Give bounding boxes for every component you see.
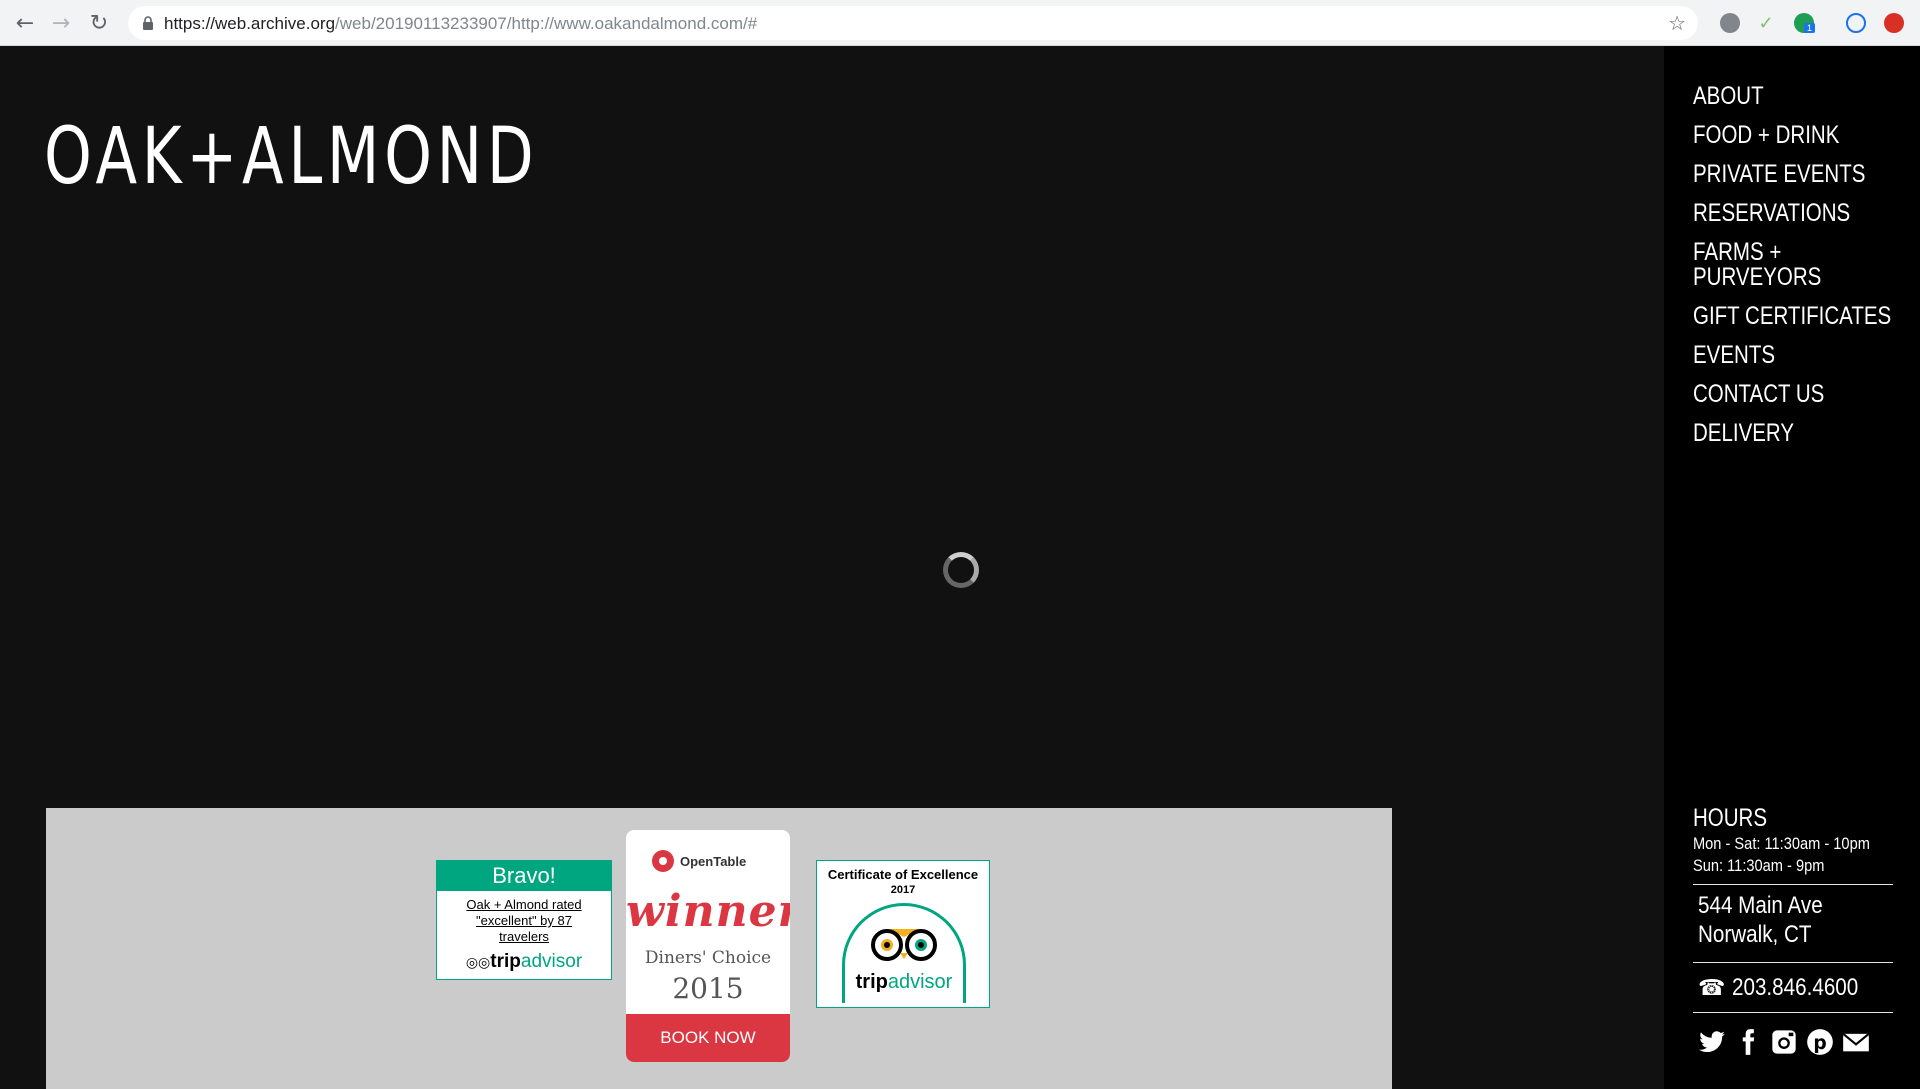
tripadvisor-bravo-badge[interactable]: Bravo! Oak + Almond rated "excellent" by… xyxy=(436,860,612,980)
hours-heading: HOURS xyxy=(1693,804,1768,832)
bookmark-star-icon[interactable]: ☆ xyxy=(1668,11,1686,35)
certificate-title: Certificate of Excellence xyxy=(827,867,979,882)
hours-weekday: Mon - Sat: 11:30am - 10pm xyxy=(1693,834,1870,853)
diners-choice-text: Diners' Choice xyxy=(644,948,772,968)
opentable-dot-icon xyxy=(652,850,674,872)
hours-sunday: Sun: 11:30am - 9pm xyxy=(1693,856,1825,875)
forward-arrow-icon[interactable]: → xyxy=(48,10,74,36)
twitter-icon[interactable] xyxy=(1698,1028,1726,1056)
menu-item-reservations[interactable]: RESERVATIONS xyxy=(1693,201,1891,226)
menu-item-contact-us[interactable]: CONTACT US xyxy=(1693,382,1891,407)
tripadvisor-logo-text: tripadvisor xyxy=(817,971,991,994)
divider xyxy=(1693,1012,1893,1013)
coe-brand-trip: trip xyxy=(855,971,888,993)
menu-item-events[interactable]: EVENTS xyxy=(1693,343,1891,368)
lock-icon xyxy=(143,16,153,30)
awards-strip: Bravo! Oak + Almond rated "excellent" by… xyxy=(46,808,1392,1089)
extension-check-icon[interactable]: ✓ xyxy=(1756,13,1776,33)
menu-item-about[interactable]: ABOUT xyxy=(1693,84,1891,109)
right-sidebar: ABOUT FOOD + DRINK PRIVATE EVENTS RESERV… xyxy=(1664,46,1920,1089)
divider xyxy=(1693,962,1893,963)
main-menu: ABOUT FOOD + DRINK PRIVATE EVENTS RESERV… xyxy=(1693,84,1920,460)
address-city: Norwalk, CT xyxy=(1698,921,1812,948)
reload-icon[interactable]: ↻ xyxy=(86,10,112,36)
divider xyxy=(1693,884,1893,885)
tripadvisor-logo: ◎◎tripadvisor xyxy=(437,951,611,973)
telephone-icon: ☎ xyxy=(1698,976,1726,1001)
award-year: 2015 xyxy=(672,972,744,1005)
menu-item-food-drink[interactable]: FOOD + DRINK xyxy=(1693,123,1891,148)
extension-red-icon[interactable] xyxy=(1884,13,1904,33)
ta-brand-trip: trip xyxy=(490,951,521,972)
url-text: https://web.archive.org/web/201901132339… xyxy=(164,14,757,34)
winner-text: winner xyxy=(626,886,790,937)
page: OAK+ALMOND Bravo! Oak + Almond rated "ex… xyxy=(0,46,1920,1089)
opentable-brand-text: OpenTable xyxy=(680,853,747,869)
loading-spinner-icon xyxy=(943,552,979,588)
back-arrow-icon[interactable]: ← xyxy=(12,10,38,36)
address-bar[interactable]: https://web.archive.org/web/201901132339… xyxy=(128,6,1698,40)
phone-link[interactable]: ☎ 203.846.4600 xyxy=(1698,974,1879,1002)
facebook-icon[interactable] xyxy=(1734,1028,1762,1056)
extension-cloud-icon[interactable] xyxy=(1846,13,1866,33)
bravo-rating-link[interactable]: Oak + Almond rated "excellent" by 87 tra… xyxy=(437,897,611,945)
browser-toolbar: ← → ↻ https://web.archive.org/web/201901… xyxy=(0,0,1920,46)
social-links: p xyxy=(1698,1028,1870,1056)
tripadvisor-owl-icon xyxy=(871,929,937,961)
extension-shield-icon[interactable] xyxy=(1720,13,1740,33)
pinterest-icon[interactable]: p xyxy=(1806,1028,1834,1056)
phone-number: 203.846.4600 xyxy=(1732,974,1859,1001)
email-icon[interactable] xyxy=(1842,1028,1870,1056)
url-path: /web/20190113233907/http://www.oakandalm… xyxy=(335,14,758,33)
certificate-year: 2017 xyxy=(890,884,916,896)
menu-item-private-events[interactable]: PRIVATE EVENTS xyxy=(1693,162,1891,187)
opentable-badge[interactable]: OpenTable winner Diners' Choice 2015 BOO… xyxy=(626,830,790,1062)
url-host: https://web.archive.org xyxy=(164,14,336,33)
menu-item-farms-purveyors[interactable]: FARMS + PURVEYORS xyxy=(1693,240,1821,290)
bravo-heading: Bravo! xyxy=(437,861,611,891)
certificate-of-excellence-badge[interactable]: Certificate of Excellence 2017 tripadvis… xyxy=(816,860,990,1008)
coe-brand-advisor: advisor xyxy=(887,971,953,993)
instagram-icon[interactable] xyxy=(1770,1028,1798,1056)
opentable-logo: OpenTable xyxy=(652,850,746,872)
svg-text:p: p xyxy=(1813,1033,1826,1054)
book-now-button[interactable]: BOOK NOW xyxy=(626,1014,790,1062)
extension-green-icon[interactable]: 1 xyxy=(1794,13,1816,33)
owl-eyes-icon: ◎◎ xyxy=(465,954,491,970)
ta-brand-advisor: advisor xyxy=(520,951,583,972)
address-street: 544 Main Ave xyxy=(1698,892,1823,919)
menu-item-gift-certificates[interactable]: GIFT CERTIFICATES xyxy=(1693,304,1891,329)
menu-item-delivery[interactable]: DELIVERY xyxy=(1693,421,1891,446)
extension-badge: 1 xyxy=(1804,23,1816,33)
site-logo[interactable]: OAK+ALMOND xyxy=(44,112,538,202)
